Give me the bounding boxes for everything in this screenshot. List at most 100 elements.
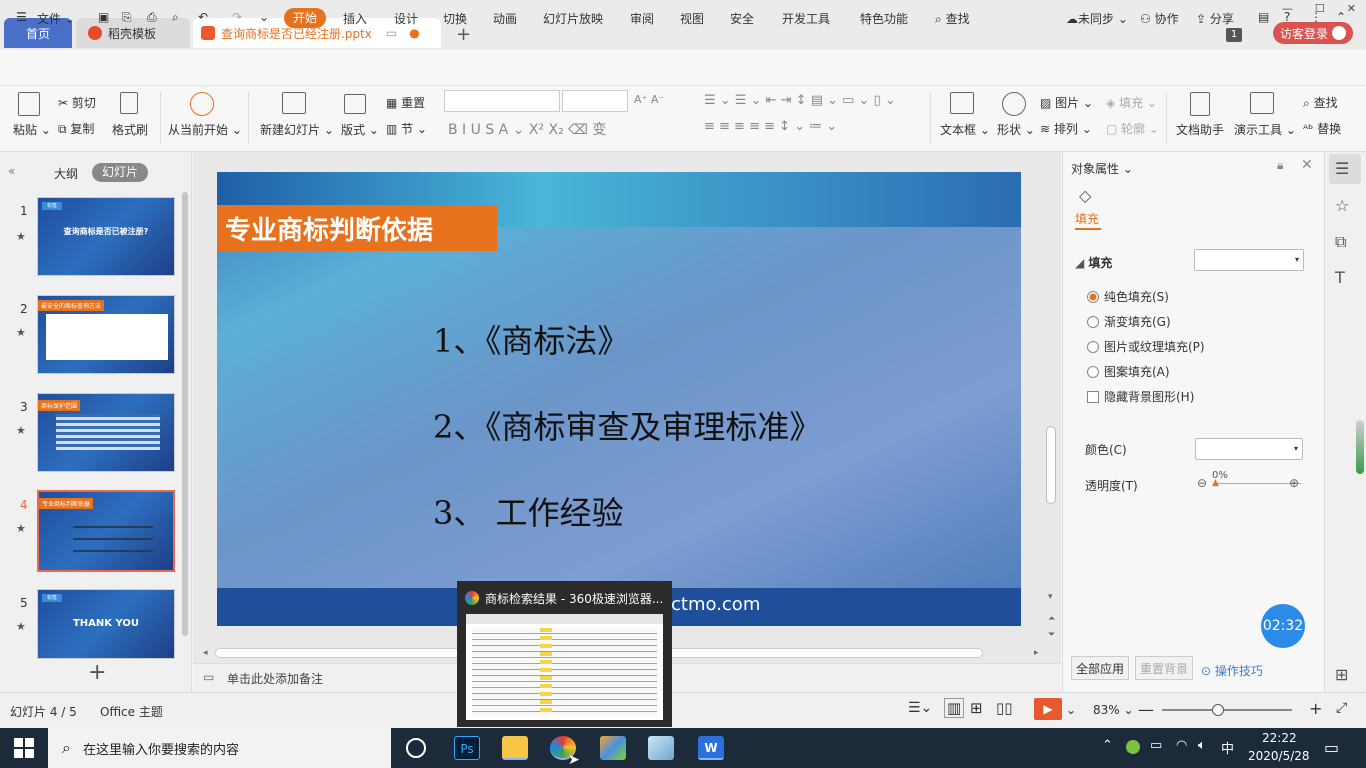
menu-special[interactable]: 特色功能 — [860, 10, 908, 27]
save-icon[interactable]: ▣ — [98, 10, 109, 24]
font-name-select[interactable] — [444, 90, 560, 112]
normal-view-icon[interactable]: ▥ — [944, 698, 965, 718]
panel-scrollbar[interactable] — [182, 192, 188, 636]
picture-button[interactable]: ▨ 图片 ⌄ — [1040, 94, 1093, 111]
export-icon[interactable]: ⎘ — [122, 10, 132, 25]
arrange-button[interactable]: ≋ 排列 ⌄ — [1040, 120, 1092, 137]
fit-window-icon[interactable]: ⤢ — [1336, 700, 1347, 716]
menu-search[interactable]: ⌕ 查找 — [935, 10, 970, 27]
more-icon[interactable]: ⋮ — [1310, 10, 1322, 24]
tab-slides[interactable]: 幻灯片 — [92, 163, 148, 182]
from-current-button[interactable]: 从当前开始 ⌄ — [168, 121, 242, 138]
file-explorer-icon[interactable] — [502, 736, 528, 760]
copy-button[interactable]: ⧉ 复制 — [58, 120, 94, 137]
quick-access-dropdown-icon[interactable]: ⌄ — [259, 10, 269, 24]
sync-status[interactable]: ☁未同步 ⌄ — [1066, 10, 1128, 27]
add-slide-plus-icon[interactable]: + — [88, 660, 106, 685]
paste-button[interactable]: 粘贴 ⌄ — [13, 121, 51, 138]
outline-button[interactable]: ▢ 轮廓 ⌄ — [1106, 120, 1159, 137]
radio-pattern-fill[interactable]: 图案填充(A) — [1087, 363, 1170, 380]
slide-thumbnail-2[interactable]: 最安全的商标查询方法 — [37, 295, 175, 374]
play-from-current-icon[interactable] — [190, 92, 214, 116]
task-view-icon[interactable] — [406, 738, 426, 758]
tray-expand-icon[interactable]: ⌃ — [1102, 738, 1113, 753]
format-painter-icon[interactable] — [120, 92, 138, 114]
app-colorful-icon[interactable] — [600, 736, 626, 760]
format-painter-button[interactable]: 格式刷 — [112, 121, 148, 138]
menu-review[interactable]: 审阅 — [630, 10, 654, 27]
layout-button[interactable]: 版式 ⌄ — [341, 121, 379, 138]
zoom-level[interactable]: 83% ⌄ — [1093, 703, 1134, 717]
menu-insert[interactable]: 插入 — [343, 10, 367, 27]
slide-thumbnail-3[interactable]: 商标保护范围 — [37, 393, 175, 472]
radio-gradient-fill[interactable]: 渐变填充(G) — [1087, 313, 1171, 330]
tray-ime[interactable]: 中 — [1221, 738, 1234, 757]
taskbar-preview-popup[interactable]: 商标检索结果 - 360极速浏览器... — [457, 581, 672, 727]
tray-security-icon[interactable] — [1126, 740, 1140, 754]
radio-picture-fill[interactable]: 图片或纹理填充(P) — [1087, 338, 1205, 355]
slide-bullet-3[interactable]: 3、 工作经验 — [433, 488, 624, 534]
pin-icon[interactable]: ▭ — [386, 26, 397, 40]
photoshop-icon[interactable]: Ps — [454, 736, 480, 760]
prev-slide-icon[interactable]: ⏶ — [1048, 614, 1055, 624]
slide-sorter-icon[interactable]: ⊞ — [970, 699, 983, 717]
tab-fill[interactable]: 填充 — [1075, 210, 1099, 227]
menu-animation[interactable]: 动画 — [493, 10, 517, 27]
close-icon[interactable]: ✕ — [1347, 2, 1356, 15]
menu-slideshow[interactable]: 幻灯片放映 — [543, 10, 603, 27]
paragraph-icons[interactable]: ☰ ⌄ ☰ ⌄ ⇤ ⇥ ↕ ▤ ⌄ ▭ ⌄ ▯ ⌄ — [704, 93, 896, 108]
present-tools-icon[interactable] — [1250, 92, 1274, 114]
visitor-login-button[interactable]: 访客登录 — [1273, 22, 1353, 44]
box-icon[interactable]: ▤ — [1258, 10, 1269, 24]
section-button[interactable]: ▥ 节 ⌄ — [386, 120, 427, 137]
theme-name[interactable]: Office 主题 — [100, 703, 163, 720]
play-options-chevron-icon[interactable]: ⌄ — [1066, 703, 1076, 717]
lock-icon[interactable]: 🔒︎ — [1277, 158, 1283, 173]
present-tools-button[interactable]: 演示工具 ⌄ — [1234, 121, 1296, 138]
tab-outline[interactable]: 大纲 — [54, 165, 78, 182]
copy-shape-icon[interactable]: ⧉ — [1335, 232, 1346, 252]
textbox-icon[interactable] — [950, 92, 974, 114]
reset-background-button[interactable]: 重置背景 — [1135, 656, 1193, 680]
doc-helper-icon[interactable] — [1190, 92, 1210, 116]
apps-grid-icon[interactable]: ⊞ — [1335, 665, 1348, 684]
text-tool-icon[interactable]: T — [1335, 268, 1345, 287]
hamburger-icon[interactable]: ☰ — [16, 10, 27, 24]
cut-button[interactable]: ✂ 剪切 — [58, 94, 96, 111]
color-dropdown[interactable]: ▾ — [1195, 438, 1303, 460]
counter-badge[interactable]: 1 — [1226, 28, 1242, 42]
font-style-icons[interactable]: B I U S A ⌄ X² X₂ ⌫ 变 — [448, 119, 606, 139]
font-size-select[interactable] — [562, 90, 628, 112]
doc-helper-button[interactable]: 文档助手 — [1176, 121, 1224, 138]
slide-bullet-1[interactable]: 1、《商标法》 — [433, 316, 629, 362]
shape-button[interactable]: 形状 ⌄ — [997, 121, 1035, 138]
minus-icon[interactable]: ⊖ — [1197, 476, 1207, 490]
replace-button[interactable]: ᴬᵇ 替换 — [1303, 120, 1341, 137]
radio-solid-fill[interactable]: 纯色填充(S) — [1087, 288, 1169, 305]
print-preview-icon[interactable]: ⌕ — [172, 10, 179, 25]
tips-link[interactable]: ⊙ 操作技巧 — [1201, 662, 1263, 679]
taskbar-search-box[interactable]: ⌕ 在这里输入你要搜索的内容 — [48, 728, 391, 768]
close-panel-icon[interactable]: ✕ — [1301, 157, 1313, 173]
textbox-button[interactable]: 文本框 ⌄ — [940, 121, 990, 138]
notes-toggle-icon[interactable]: ☰⌄ — [908, 700, 932, 716]
slide-thumbnail-1[interactable]: 标签 查询商标是否已被注册? — [37, 197, 175, 276]
zoom-slider-handle[interactable] — [1212, 704, 1224, 716]
windows-start-icon[interactable] — [14, 738, 34, 758]
paste-icon[interactable] — [18, 92, 40, 116]
menu-security[interactable]: 安全 — [730, 10, 754, 27]
app-notepad-icon[interactable] — [648, 736, 674, 760]
menu-start[interactable]: 开始 — [284, 8, 326, 28]
tray-battery-icon[interactable]: ▭ — [1150, 738, 1162, 753]
notification-icon[interactable]: ▭ — [1324, 738, 1339, 757]
fill-type-dropdown[interactable]: ▾ — [1194, 249, 1304, 271]
menu-view[interactable]: 视图 — [680, 10, 704, 27]
clock-date[interactable]: 2020/5/28 — [1248, 749, 1310, 763]
align-icons[interactable]: ≡ ≡ ≡ ≡ ≡ ↕ ⌄ ≔ ⌄ — [704, 119, 837, 134]
scroll-left-icon[interactable]: ◂ — [203, 648, 208, 658]
scroll-down-icon[interactable]: ▾ — [1048, 592, 1053, 602]
reading-view-icon[interactable]: ▯▯ — [996, 699, 1013, 717]
redo-icon[interactable]: ↷ — [232, 10, 242, 24]
menu-transition[interactable]: 切换 — [443, 10, 467, 27]
slide-bullet-2[interactable]: 2、《商标审查及审理标准》 — [433, 402, 821, 448]
